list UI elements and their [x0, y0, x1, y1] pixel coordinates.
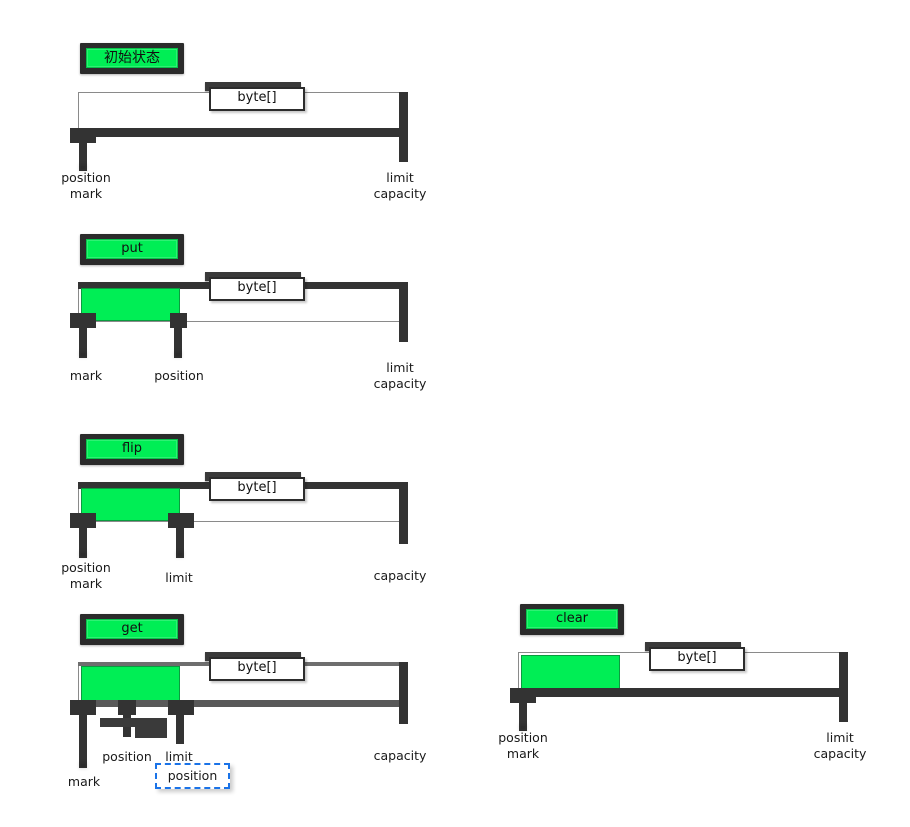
button-initial-state[interactable]: 初始状态: [80, 43, 184, 74]
label-limit-put: limit: [386, 360, 414, 375]
capacity-post: [839, 652, 848, 722]
button-initial-state-label: 初始状态: [86, 48, 178, 68]
button-flip-label: flip: [86, 439, 178, 459]
label-limit-clear: limit: [826, 730, 854, 745]
label-capacity-put: capacity: [373, 376, 427, 391]
byte-array-label: byte[]: [209, 657, 305, 681]
label-mark-clear: mark: [506, 746, 540, 761]
marker-tip: [81, 553, 85, 556]
label-capacity-get: capacity: [373, 748, 427, 763]
byte-array-label: byte[]: [209, 87, 305, 111]
button-put-label: put: [86, 239, 178, 259]
label-mark-get: mark: [67, 774, 101, 789]
button-clear-label: clear: [526, 609, 618, 629]
marker-stem: [176, 712, 184, 744]
button-flip[interactable]: flip: [80, 434, 184, 465]
label-capacity-flip: capacity: [373, 568, 427, 583]
capacity-post: [399, 282, 408, 342]
drag-handle-knob[interactable]: [135, 718, 167, 738]
button-get-label: get: [86, 619, 178, 639]
label-position-put: position: [154, 368, 204, 383]
label-mark-flip: mark: [69, 576, 103, 591]
marker-stem: [79, 712, 87, 768]
label-position-flip: position: [61, 560, 111, 575]
buffer-base-bar: [524, 688, 848, 697]
button-put[interactable]: put: [80, 234, 184, 265]
buffer-filled-region: [81, 666, 180, 701]
byte-array-label: byte[]: [209, 277, 305, 301]
label-mark-put: mark: [69, 368, 103, 383]
button-clear[interactable]: clear: [520, 604, 624, 635]
label-capacity-initial: capacity: [373, 186, 427, 201]
marker-tip: [81, 353, 85, 356]
label-limit-initial: limit: [386, 170, 414, 185]
capacity-post: [399, 482, 408, 544]
label-limit-flip: limit: [165, 570, 193, 585]
drag-ghost-position[interactable]: position: [155, 763, 230, 789]
label-position-get: position: [102, 749, 152, 764]
marker-tip: [81, 764, 85, 767]
label-position-initial: position: [61, 170, 111, 185]
buffer-filled-region: [521, 655, 620, 691]
capacity-post: [399, 662, 408, 724]
label-mark-initial: mark: [69, 186, 103, 201]
label-position-clear: position: [498, 730, 548, 745]
byte-array-label: byte[]: [209, 477, 305, 501]
marker-tip: [176, 353, 180, 356]
marker-tip: [521, 726, 525, 729]
byte-array-label: byte[]: [649, 647, 745, 671]
label-capacity-clear: capacity: [813, 746, 867, 761]
button-get[interactable]: get: [80, 614, 184, 645]
marker-tip: [81, 166, 85, 169]
capacity-post: [399, 92, 408, 162]
buffer-base-bar: [84, 128, 408, 137]
marker-tip: [178, 553, 182, 556]
